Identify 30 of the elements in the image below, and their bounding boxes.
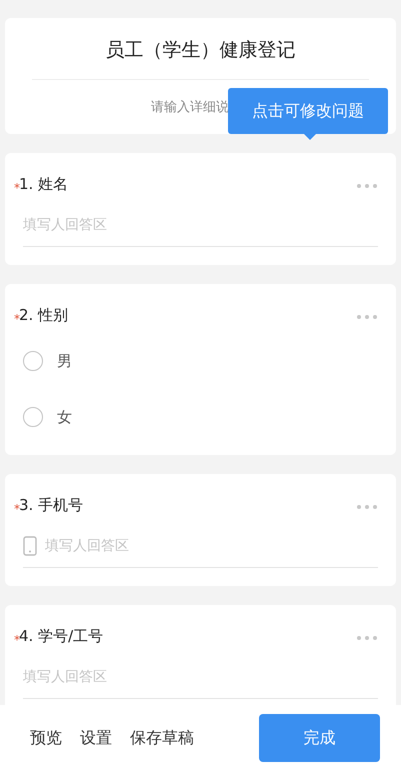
more-icon[interactable]: [356, 314, 378, 320]
footer-link[interactable]: 设置: [80, 726, 112, 750]
question-title[interactable]: 4. 学号/工号: [19, 624, 104, 647]
radio-button[interactable]: [23, 350, 43, 371]
footer-link[interactable]: 保存草稿: [130, 726, 194, 750]
answer-input[interactable]: 填写人回答区: [45, 536, 378, 556]
question-title[interactable]: 1. 姓名: [19, 172, 68, 195]
tooltip: 点击可修改问题: [228, 88, 388, 134]
form-title[interactable]: 员工（学生）健康登记: [106, 36, 296, 64]
more-icon[interactable]: [356, 182, 378, 188]
required-mark: *: [14, 632, 20, 646]
option-label: 男: [57, 350, 72, 372]
footer-link[interactable]: 预览: [30, 726, 62, 750]
required-mark: *: [14, 180, 20, 194]
tooltip-pointer: [304, 134, 316, 140]
answer-field[interactable]: 填写人回答区: [23, 214, 378, 246]
answer-input[interactable]: 填写人回答区: [23, 214, 378, 236]
required-mark: *: [14, 502, 20, 516]
more-icon[interactable]: [356, 504, 378, 510]
answer-input[interactable]: 填写人回答区: [23, 666, 378, 688]
question-title[interactable]: 2. 性别: [19, 304, 68, 326]
radio-button[interactable]: [23, 407, 43, 428]
required-mark: *: [14, 312, 20, 326]
more-icon[interactable]: [356, 634, 378, 640]
question-title[interactable]: 3. 手机号: [19, 494, 84, 516]
answer-field[interactable]: 填写人回答区: [23, 666, 378, 698]
form-description[interactable]: 请输入详细说: [151, 100, 229, 114]
option-label: 女: [57, 407, 72, 428]
phone-icon: [23, 536, 37, 556]
answer-field[interactable]: 填写人回答区: [23, 536, 378, 568]
